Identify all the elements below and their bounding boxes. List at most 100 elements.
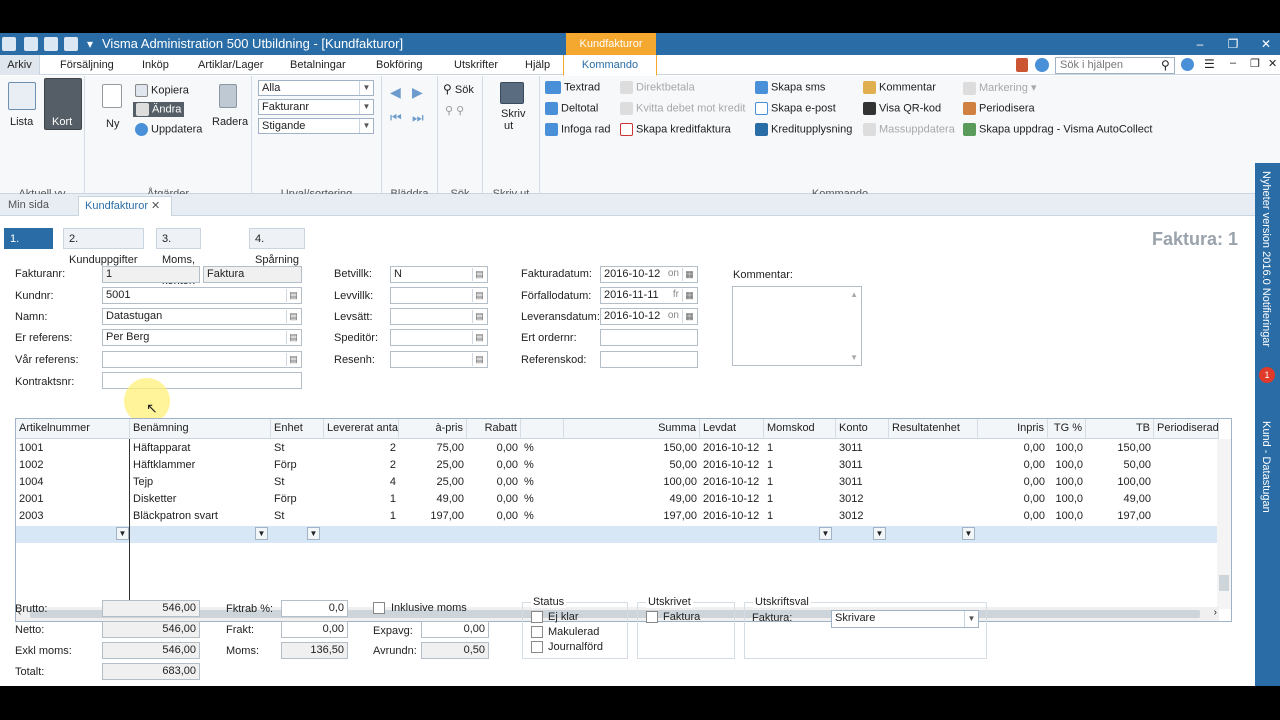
cell-tg-procent[interactable]: 100,0 (1048, 457, 1086, 474)
printer-icon[interactable] (500, 82, 524, 104)
cell-enhet[interactable]: Förp (271, 457, 324, 474)
cell-artikelnummer[interactable]: 2003 (16, 508, 130, 525)
cell-tb[interactable]: 150,00 (1086, 440, 1154, 457)
column-header-rabatt-unit[interactable] (521, 419, 564, 439)
skapa-epost-button[interactable]: Skapa e-post (755, 102, 836, 115)
cell-summa[interactable]: 100,00 (564, 474, 700, 491)
infoga-rad-button[interactable]: Infoga rad (545, 123, 611, 136)
cell-benamning[interactable]: Häftapparat (130, 440, 271, 457)
search-icon[interactable]: ⚲ (1161, 58, 1170, 72)
direktbetala-button[interactable]: Direktbetala (620, 81, 695, 94)
table-row[interactable]: 2003 Bläckpatron svart St 1 197,00 0,00% 197,0… (16, 508, 1219, 525)
cell-levererat-antal[interactable]: 2 (324, 457, 399, 474)
globe-icon[interactable] (1035, 58, 1049, 72)
column-header-artikelnummer[interactable]: Artikelnummer (16, 419, 130, 439)
markering-button[interactable]: Markering ▾ (963, 81, 1036, 95)
trash-icon[interactable] (219, 84, 237, 108)
textrad-button[interactable]: Textrad (545, 81, 600, 94)
inklusive-moms-checkbox[interactable] (373, 602, 385, 614)
speditor-field[interactable]: ▤ (390, 329, 488, 346)
cell-periodiserad[interactable] (1154, 457, 1219, 474)
chevron-down-icon[interactable]: ▼ (819, 527, 832, 540)
cell-periodiserad[interactable] (1154, 491, 1219, 508)
help-search-input[interactable]: Sök i hjälpen (1055, 57, 1175, 74)
cell-momskod[interactable]: 1 (764, 491, 836, 508)
cell-inpris[interactable]: 0,00 (978, 474, 1048, 491)
cell-momskod[interactable]: 1 (764, 474, 836, 491)
fakturatyp-field[interactable]: Faktura (203, 266, 302, 283)
levsatt-field[interactable]: ▤ (390, 308, 488, 325)
kreditupplysning-button[interactable]: Kreditupplysning (755, 123, 852, 136)
cell-resultatenhet[interactable] (889, 440, 978, 457)
tab-kundfakturor[interactable]: Kundfakturor ✕ (78, 196, 172, 216)
cell-levdat[interactable]: 2016-10-12 (700, 457, 764, 474)
table-row[interactable]: 1004 Tejp St 4 25,00 0,00% 100,00 2016-10-12 1 30… (16, 474, 1219, 491)
last-icon[interactable]: ⏭ (412, 110, 424, 126)
betvillk-field[interactable]: N ▤ (390, 266, 488, 283)
frakt-field[interactable]: 0,00 (281, 621, 348, 638)
cell-levererat-antal[interactable]: 4 (324, 474, 399, 491)
mdi-minimize-icon[interactable]: – (1230, 57, 1236, 69)
cell-enhet[interactable]: Förp (271, 491, 324, 508)
lista-button[interactable]: Lista (10, 116, 33, 128)
options-icon[interactable]: ☰ (1204, 57, 1215, 71)
utskriftsval-combo[interactable]: Skrivare ▼ (831, 610, 979, 628)
cell-levdat[interactable]: 2016-10-12 (700, 508, 764, 525)
tab-moms-konton[interactable]: 3. Moms, konton (156, 228, 202, 287)
journalford-checkbox[interactable] (531, 641, 543, 653)
cell-tg-procent[interactable]: 100,0 (1048, 440, 1086, 457)
mdi-close-icon[interactable]: ✕ (1268, 57, 1277, 70)
autocollect-button[interactable]: Skapa uppdrag - Visma AutoCollect (963, 123, 1152, 136)
fakturanr-field[interactable]: 1 (102, 266, 200, 283)
menu-utskrifter[interactable]: Utskrifter (454, 59, 498, 71)
skapa-sms-button[interactable]: Skapa sms (755, 81, 825, 94)
kvitta-button[interactable]: Kvitta debet mot kredit (620, 102, 745, 115)
cell-artikelnummer[interactable]: 1004 (16, 474, 130, 491)
cell-inpris[interactable]: 0,00 (978, 491, 1048, 508)
quick-access-dropdown-icon[interactable]: ▾ (82, 36, 98, 52)
chevron-down-icon[interactable]: ▼ (255, 527, 268, 540)
cell-tb[interactable]: 49,00 (1086, 491, 1154, 508)
cell-a-pris[interactable]: 49,00 (399, 491, 467, 508)
makulerad-checkbox[interactable] (531, 626, 543, 638)
column-header-resultatenhet[interactable]: Resultatenhet (889, 419, 978, 439)
chevron-down-icon[interactable]: ▼ (873, 527, 886, 540)
list-view-icon[interactable] (8, 82, 36, 110)
column-header-enhet[interactable]: Enhet (271, 419, 324, 439)
cell-levdat[interactable]: 2016-10-12 (700, 474, 764, 491)
cell-tg-procent[interactable]: 100,0 (1048, 491, 1086, 508)
kommentar-textarea[interactable]: ▲ ▼ (732, 286, 862, 366)
zoom-icon[interactable]: ⚲ ⚲ (445, 104, 464, 117)
cell-summa[interactable]: 150,00 (564, 440, 700, 457)
cell-a-pris[interactable]: 197,00 (399, 508, 467, 525)
cell-levdat[interactable]: 2016-10-12 (700, 440, 764, 457)
utskrivet-faktura-checkbox[interactable] (646, 611, 658, 623)
notification-sidebar[interactable]: Nyheter version 2016.0 Notifieringar Kun… (1255, 163, 1280, 686)
thermometer-icon[interactable] (1016, 58, 1028, 72)
fktrab-field[interactable]: 0,0 (281, 600, 348, 617)
column-header-konto[interactable]: Konto (836, 419, 889, 439)
chevron-down-icon[interactable]: ▼ (116, 527, 129, 540)
andra-button[interactable]: Ändra (133, 102, 185, 117)
previous-icon[interactable]: ◀ (390, 84, 401, 101)
cell-levererat-antal[interactable]: 1 (324, 508, 399, 525)
cell-summa[interactable]: 197,00 (564, 508, 700, 525)
tab-sparning[interactable]: 4. Spårning (249, 228, 306, 266)
var-referens-field[interactable]: ▤ (102, 351, 302, 368)
chevron-down-icon[interactable]: ▼ (307, 527, 320, 540)
scroll-right-icon[interactable]: › (1214, 607, 1217, 618)
cell-rabatt-unit[interactable]: % (521, 440, 564, 457)
cell-rabatt[interactable]: 0,00 (467, 457, 521, 474)
kort-label[interactable]: Kort (52, 116, 72, 128)
cell-resultatenhet[interactable] (889, 491, 978, 508)
cell-momskod[interactable]: 1 (764, 440, 836, 457)
next-icon[interactable]: ▶ (412, 84, 423, 101)
cell-rabatt-unit[interactable]: % (521, 508, 564, 525)
periodisera-button[interactable]: Periodisera (963, 102, 1035, 115)
cell-tg-procent[interactable]: 100,0 (1048, 508, 1086, 525)
ut-label[interactable]: ut (504, 120, 513, 132)
urval-combo[interactable]: Alla ▼ (258, 80, 374, 96)
namn-field[interactable]: Datastugan ▤ (102, 308, 302, 325)
first-icon[interactable]: ⏮ (390, 110, 402, 126)
scroll-up-icon[interactable]: ▲ (850, 290, 858, 299)
